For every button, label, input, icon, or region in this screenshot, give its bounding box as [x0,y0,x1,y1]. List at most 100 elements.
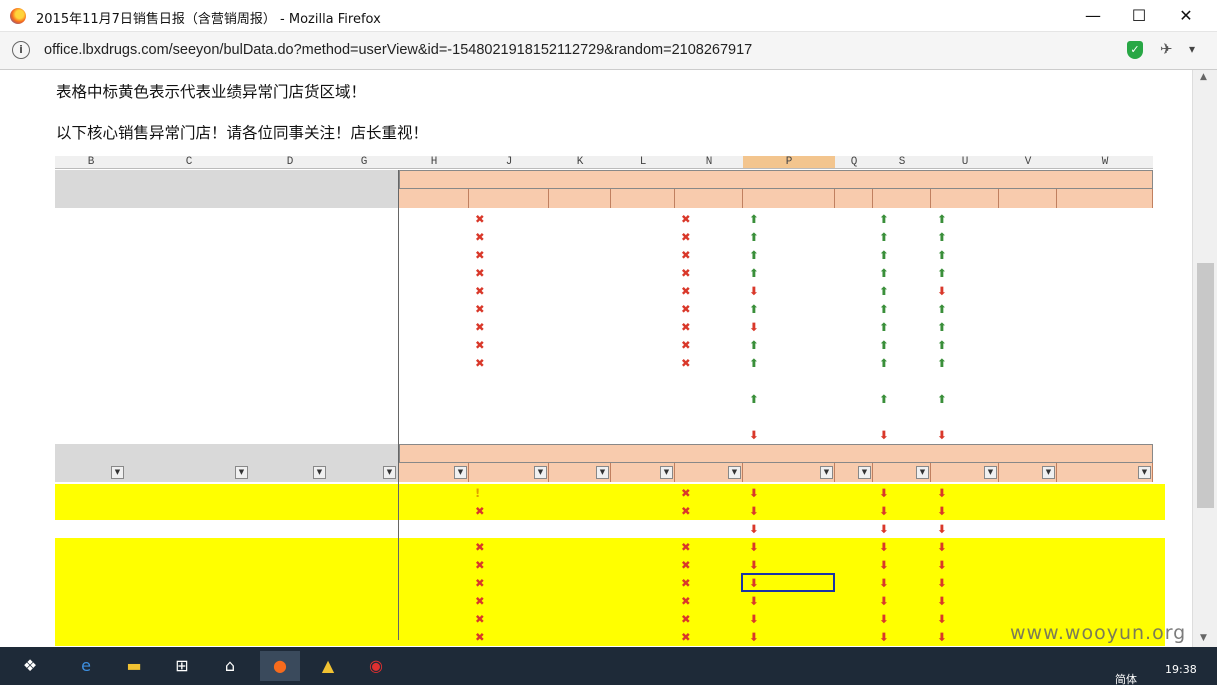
clock[interactable]: 19:38 [1165,663,1197,676]
cell-U [953,593,993,609]
sub-header [675,189,743,208]
cell-W [1061,391,1147,407]
column-header-V[interactable]: V [999,156,1057,169]
firefox-taskbar-icon[interactable]: ● [260,651,300,681]
arrow-down-icon: ⬇ [937,558,947,572]
x-mark-icon: ✖ [475,356,485,370]
scroll-up-icon[interactable]: ▲ [1200,72,1207,82]
filter-dropdown-icon[interactable]: ▼ [534,466,547,479]
column-header-U[interactable]: U [931,156,999,169]
address-bar[interactable]: i office.lbxdrugs.com/seeyon/bulData.do?… [0,32,1217,70]
home-icon[interactable]: ⌂ [210,651,250,681]
scroll-down-icon[interactable]: ▼ [1200,633,1207,643]
edge-icon[interactable]: e [66,651,106,681]
arrow-up-icon: ⬆ [749,248,759,262]
column-header-S[interactable]: S [873,156,931,169]
column-header-H[interactable]: H [399,156,469,169]
extension-icon[interactable]: ✈ [1160,40,1173,58]
cell-G [329,503,399,519]
cell-H [403,521,463,537]
cell-L [615,409,669,425]
filter-dropdown-icon[interactable]: ▼ [858,466,871,479]
store-icon[interactable]: ⊞ [162,651,202,681]
cell-J [491,539,543,555]
folder-icon[interactable]: ▬ [114,651,154,681]
cell-U [953,337,993,353]
filter-dropdown-icon[interactable]: ▼ [596,466,609,479]
start-icon[interactable]: ❖ [10,651,50,681]
cell-S [895,319,925,335]
column-header-N[interactable]: N [675,156,743,169]
scrollbar-thumb[interactable] [1197,263,1214,508]
x-mark-icon: ✖ [681,630,691,644]
minimize-button[interactable]: — [1070,4,1116,28]
info-icon[interactable]: i [12,41,30,59]
url-text[interactable]: office.lbxdrugs.com/seeyon/bulData.do?me… [44,42,752,58]
arrow-down-icon: ⬇ [749,504,759,518]
arrow-down-icon: ⬇ [937,284,947,298]
table-row: ✖ ✖ ⬆ ⬆ ⬆ [55,264,1165,282]
arrow-up-icon: ⬆ [879,320,889,334]
cell-H [403,575,463,591]
filter-dropdown-icon[interactable]: ▼ [313,466,326,479]
chevron-down-icon[interactable]: ▾ [1189,42,1195,56]
cell-S [895,337,925,353]
notice-line-2: 以下核心销售异常门店！请各位同事关注！店长重视！ [56,124,429,142]
cell-K [553,301,605,317]
column-header-G[interactable]: G [329,156,399,169]
column-header-L[interactable]: L [611,156,675,169]
column-header-B[interactable]: B [55,156,127,169]
filter-dropdown-icon[interactable]: ▼ [728,466,741,479]
cell-N [697,629,737,645]
app-icon[interactable]: ▲ [308,651,348,681]
filter-dropdown-icon[interactable]: ▼ [111,466,124,479]
cell-P [765,211,829,227]
vertical-scrollbar[interactable]: ▲ ▼ [1192,70,1217,647]
filter-dropdown-icon[interactable]: ▼ [984,466,997,479]
column-header-W[interactable]: W [1057,156,1153,169]
shield-icon[interactable]: ✓ [1127,41,1143,59]
arrow-down-icon: ⬇ [749,558,759,572]
cell-P [765,593,829,609]
cell-Q [839,427,867,443]
cell-K [553,521,605,537]
x-mark-icon: ✖ [475,338,485,352]
cell-U [953,319,993,335]
column-header-P[interactable]: P [743,156,835,169]
filter-dropdown-icon[interactable]: ▼ [1138,466,1151,479]
column-header-Q[interactable]: Q [835,156,873,169]
arrow-up-icon: ⬆ [879,248,889,262]
filter-dropdown-icon[interactable]: ▼ [454,466,467,479]
filter-dropdown-icon[interactable]: ▼ [820,466,833,479]
cell-N [697,301,737,317]
arrow-up-icon: ⬆ [749,266,759,280]
cell-H [403,611,463,627]
selected-cell[interactable] [741,573,835,592]
arrow-down-icon: ⬇ [749,320,759,334]
cell-K [553,211,605,227]
cell-C [133,503,257,519]
cell-L [615,629,669,645]
watermark: www.wooyun.org [1010,622,1187,644]
cell-G [329,629,399,645]
close-button[interactable]: ✕ [1163,4,1209,28]
filter-dropdown-icon[interactable]: ▼ [383,466,396,479]
arrow-up-icon: ⬆ [879,356,889,370]
filter-dropdown-icon[interactable]: ▼ [1042,466,1055,479]
cell-U [953,503,993,519]
taskbar: ❖ e ▬ ⊞ ⌂ ● ▲ ◉ 简体 19:38 [0,647,1217,686]
filter-dropdown-icon[interactable]: ▼ [235,466,248,479]
cell-Q [839,337,867,353]
cell-Q [839,319,867,335]
column-header-D[interactable]: D [251,156,329,169]
filter-dropdown-icon[interactable]: ▼ [916,466,929,479]
column-header-K[interactable]: K [549,156,611,169]
column-divider [398,170,399,640]
maximize-button[interactable]: ☐ [1116,4,1162,28]
column-header-J[interactable]: J [469,156,549,169]
cell-U [953,301,993,317]
music-app-icon[interactable]: ◉ [356,651,396,681]
cell-J [491,611,543,627]
column-header-C[interactable]: C [127,156,251,169]
filter-dropdown-icon[interactable]: ▼ [660,466,673,479]
